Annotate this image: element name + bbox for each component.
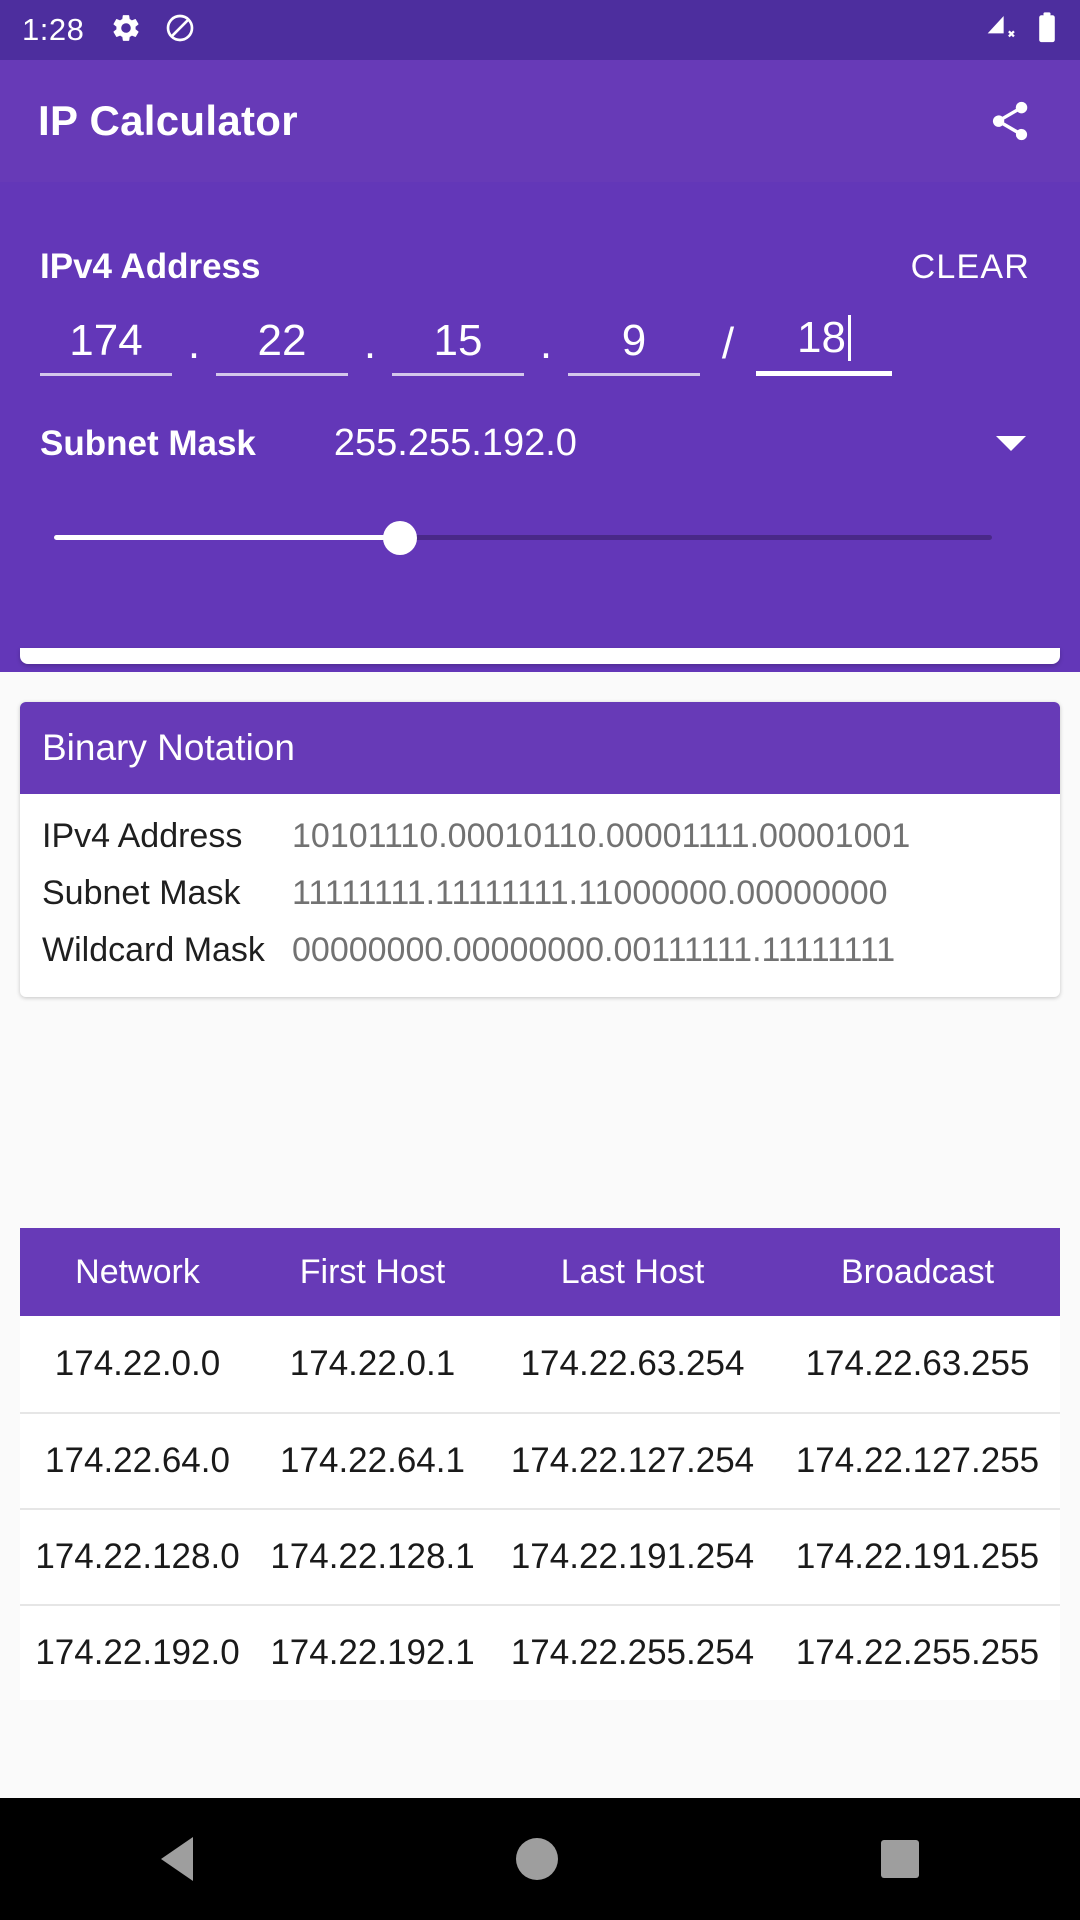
- clear-button[interactable]: CLEAR: [901, 244, 1040, 291]
- text-cursor: [847, 315, 851, 361]
- binary-row-label: IPv4 Address: [42, 817, 243, 855]
- slider-thumb[interactable]: [383, 521, 417, 555]
- subnet-mask-selector[interactable]: Subnet Mask 255.255.192.0: [40, 422, 1040, 465]
- binary-row-value: 10101110.00010110.00001111.00001001: [292, 817, 911, 855]
- ipv4-address-label: IPv4 Address: [40, 247, 261, 286]
- ip-input-panel: IPv4 Address CLEAR 174 . 22 . 15 . 9 / 1…: [0, 182, 1080, 672]
- binary-notation-title: Binary Notation: [42, 727, 295, 768]
- cell-network: 174.22.192.0: [35, 1633, 240, 1672]
- cell-first-host: 174.22.64.1: [280, 1441, 465, 1480]
- status-clock: 1:28: [22, 12, 85, 47]
- table-row[interactable]: 174.22.192.0 174.22.192.1 174.22.255.254…: [20, 1604, 1060, 1700]
- prefix-length-value: 18: [797, 313, 846, 362]
- binary-row: IPv4 Address 10101110.00010110.00001111.…: [20, 808, 1060, 865]
- binary-row-value: 11111111.11111111.11000000.00000000: [292, 874, 888, 912]
- gear-icon: [110, 12, 142, 49]
- subnet-result-table: Network First Host Last Host Broadcast 1…: [20, 1228, 1060, 1700]
- subnet-mask-value: 255.255.192.0: [333, 422, 577, 464]
- home-icon[interactable]: [515, 1838, 558, 1880]
- status-system-icons: [984, 11, 1058, 50]
- cell-network: 174.22.64.0: [45, 1441, 230, 1480]
- octet-separator-1: .: [187, 319, 201, 368]
- cell-broadcast: 174.22.63.255: [805, 1344, 1030, 1383]
- app-bar: IP Calculator: [0, 60, 1080, 182]
- binary-notation-body: IPv4 Address 10101110.00010110.00001111.…: [20, 794, 1060, 997]
- binary-row-label: Wildcard Mask: [42, 931, 265, 969]
- column-header-network: Network: [75, 1252, 200, 1291]
- ipv4-octet-row: 174 . 22 . 15 . 9 / 18: [40, 315, 1040, 376]
- android-nav-bar: [0, 1798, 1080, 1920]
- do-not-disturb-icon: [164, 12, 196, 49]
- clipped-card-edge: [20, 648, 1060, 664]
- column-header-first-host: First Host: [299, 1252, 446, 1291]
- cell-broadcast: 174.22.255.255: [795, 1633, 1040, 1672]
- cell-network: 174.22.0.0: [54, 1344, 221, 1383]
- battery-full-icon: [1036, 11, 1058, 50]
- octet-separator-2: .: [363, 319, 377, 368]
- binary-row-label: Subnet Mask: [42, 874, 241, 912]
- cell-first-host: 174.22.192.1: [270, 1633, 475, 1672]
- cell-last-host: 174.22.191.254: [510, 1537, 755, 1576]
- prefix-length-slider[interactable]: [40, 517, 1040, 557]
- column-header-broadcast: Broadcast: [840, 1252, 995, 1291]
- octet-2-input[interactable]: 22: [216, 319, 348, 376]
- octet-4-input[interactable]: 9: [568, 319, 700, 376]
- table-row[interactable]: 174.22.0.0 174.22.0.1 174.22.63.254 174.…: [20, 1316, 1060, 1412]
- status-notification-icons: [110, 12, 196, 49]
- prefix-length-input[interactable]: 18: [756, 315, 892, 376]
- ipv4-label-row: IPv4 Address CLEAR: [40, 182, 1040, 291]
- chevron-down-icon[interactable]: [996, 436, 1026, 451]
- status-bar: 1:28: [0, 0, 1080, 60]
- table-body: 174.22.0.0 174.22.0.1 174.22.63.254 174.…: [20, 1316, 1060, 1700]
- cell-last-host: 174.22.127.254: [510, 1441, 755, 1480]
- octet-1-input[interactable]: 174: [40, 319, 172, 376]
- table-header-row: Network First Host Last Host Broadcast: [20, 1228, 1060, 1316]
- page-title: IP Calculator: [38, 97, 298, 144]
- cell-broadcast: 174.22.127.255: [795, 1441, 1040, 1480]
- binary-notation-card: Binary Notation IPv4 Address 10101110.00…: [20, 702, 1060, 997]
- cell-last-host: 174.22.63.254: [520, 1344, 745, 1383]
- cell-broadcast: 174.22.191.255: [795, 1537, 1040, 1576]
- app-root: 1:28 IP Calculator IPv4 Address CLEAR 17…: [0, 0, 1080, 1920]
- octet-3-input[interactable]: 15: [392, 319, 524, 376]
- column-header-last-host: Last Host: [560, 1252, 705, 1291]
- binary-notation-header: Binary Notation: [20, 702, 1060, 794]
- no-signal-icon: [984, 12, 1018, 49]
- binary-row-value: 00000000.00000000.00111111.11111111: [292, 931, 896, 969]
- octet-separator-3: .: [539, 319, 553, 368]
- slider-active-track: [54, 535, 399, 540]
- table-row[interactable]: 174.22.64.0 174.22.64.1 174.22.127.254 1…: [20, 1412, 1060, 1508]
- share-icon[interactable]: [978, 89, 1042, 153]
- cell-first-host: 174.22.128.1: [270, 1537, 475, 1576]
- subnet-mask-label: Subnet Mask: [40, 423, 256, 463]
- app-bar-actions: [978, 89, 1042, 153]
- cell-last-host: 174.22.255.254: [510, 1633, 755, 1672]
- binary-row: Wildcard Mask 00000000.00000000.00111111…: [20, 922, 1060, 979]
- cell-first-host: 174.22.0.1: [289, 1344, 456, 1383]
- table-row[interactable]: 174.22.128.0 174.22.128.1 174.22.191.254…: [20, 1508, 1060, 1604]
- prefix-separator: /: [721, 319, 735, 368]
- binary-row: Subnet Mask 11111111.11111111.11000000.0…: [20, 865, 1060, 922]
- cell-network: 174.22.128.0: [35, 1537, 240, 1576]
- recents-icon[interactable]: [880, 1840, 919, 1878]
- back-icon[interactable]: [161, 1837, 194, 1881]
